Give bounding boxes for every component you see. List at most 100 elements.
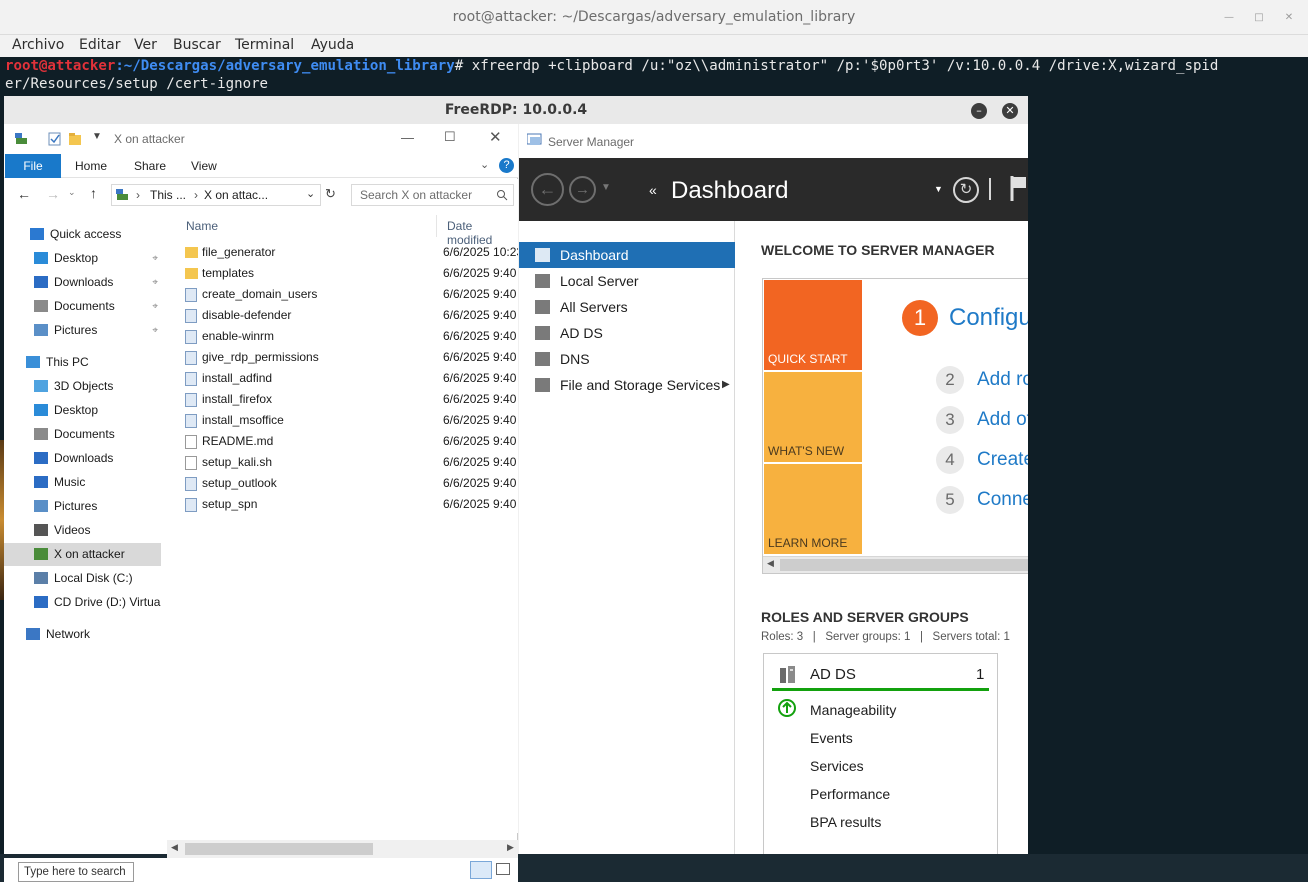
header-dropdown-icon[interactable]: ▼ [934, 184, 943, 194]
tab-view[interactable]: View [191, 159, 217, 173]
sm-nav-item-local-server[interactable]: Local Server [519, 268, 735, 294]
tab-share[interactable]: Share [134, 159, 166, 173]
horizontal-scrollbar[interactable]: ◀ ▶ [167, 840, 518, 858]
forward-icon[interactable]: → [46, 186, 60, 202]
table-row[interactable]: setup_spn 6/6/2025 9:40 F [182, 494, 518, 515]
address-dropdown-icon[interactable]: ⌄ [306, 187, 315, 200]
nav-item-music[interactable]: Music [4, 471, 161, 494]
nav-item-this-pc[interactable]: This PC [4, 351, 161, 374]
explorer-minimize-icon[interactable]: — [401, 130, 414, 145]
back-icon[interactable]: ← [531, 173, 564, 206]
nav-item-cd-drive-d-virtua[interactable]: CD Drive (D:) Virtua [4, 591, 161, 614]
search-input[interactable]: Search X on attacker [351, 184, 514, 206]
ribbon-expand-icon[interactable]: ⌄ [480, 158, 489, 171]
notifications-flag-icon[interactable] [1009, 174, 1027, 202]
history-dropdown-icon[interactable]: ▼ [601, 182, 611, 193]
rdp-minimize-icon[interactable]: – [971, 103, 987, 119]
forward-icon[interactable]: → [569, 176, 596, 203]
properties-icon[interactable] [48, 132, 62, 146]
menu-terminal[interactable]: Terminal [235, 37, 294, 53]
menu-ayuda[interactable]: Ayuda [311, 37, 354, 53]
table-row[interactable]: setup_outlook 6/6/2025 9:40 F [182, 473, 518, 494]
table-row[interactable]: README.md 6/6/2025 9:40 F [182, 431, 518, 452]
table-row[interactable]: templates 6/6/2025 9:40 F [182, 263, 518, 284]
nav-item-pictures[interactable]: Pictures ⌖ [4, 319, 161, 342]
nav-item-x-on-attacker[interactable]: X on attacker [4, 543, 161, 566]
step-1-link[interactable]: Configu [949, 304, 1028, 332]
column-header-name[interactable]: Name [186, 219, 218, 233]
back-icon[interactable]: ← [17, 186, 31, 202]
nav-item-network[interactable]: Network [4, 623, 161, 646]
table-row[interactable]: install_msoffice 6/6/2025 9:40 F [182, 410, 518, 431]
step-2-link[interactable]: Add ro [977, 369, 1028, 391]
sm-nav-item-file-and-storage-services[interactable]: File and Storage Services ▶ [519, 372, 735, 398]
card-item-bpa-results[interactable]: BPA results [810, 814, 881, 830]
maximize-icon[interactable]: □ [1252, 11, 1266, 25]
scroll-right-icon[interactable]: ▶ [507, 842, 514, 853]
card-item-events[interactable]: Events [810, 730, 853, 746]
table-row[interactable]: disable-defender 6/6/2025 9:40 F [182, 305, 518, 326]
table-row[interactable]: install_adfind 6/6/2025 9:40 F [182, 368, 518, 389]
nav-item-quick-access[interactable]: Quick access [4, 223, 161, 246]
menu-buscar[interactable]: Buscar [173, 37, 221, 53]
scroll-thumb[interactable] [780, 559, 1028, 571]
details-view-icon[interactable] [470, 861, 492, 879]
scroll-left-icon[interactable]: ◀ [767, 558, 774, 569]
card-item-performance[interactable]: Performance [810, 786, 890, 802]
step-3-link[interactable]: Add ot [977, 409, 1028, 431]
explorer-close-icon[interactable]: ✕ [489, 128, 502, 146]
nav-item-downloads[interactable]: Downloads [4, 447, 161, 470]
nav-item-desktop[interactable]: Desktop [4, 399, 161, 422]
close-icon[interactable]: ✕ [1282, 11, 1296, 25]
qat-dropdown-icon[interactable]: ▼ [92, 131, 102, 142]
nav-item-desktop[interactable]: Desktop ⌖ [4, 247, 161, 270]
tab-file[interactable]: File [5, 154, 61, 178]
scroll-left-icon[interactable]: ◀ [171, 842, 178, 853]
menu-editar[interactable]: Editar [79, 37, 120, 53]
table-row[interactable]: enable-winrm 6/6/2025 9:40 F [182, 326, 518, 347]
tile-whats-new[interactable]: WHAT'S NEW [764, 372, 862, 462]
breadcrumb-this-pc[interactable]: This ... [150, 188, 186, 202]
table-row[interactable]: setup_kali.sh 6/6/2025 9:40 F [182, 452, 518, 473]
menu-archivo[interactable]: Archivo [12, 37, 64, 53]
breadcrumb-current[interactable]: X on attac... [204, 188, 268, 202]
table-row[interactable]: give_rdp_permissions 6/6/2025 9:40 F [182, 347, 518, 368]
sm-nav-item-ad-ds[interactable]: AD DS [519, 320, 735, 346]
card-item-manageability[interactable]: Manageability [810, 702, 896, 718]
recent-locations-icon[interactable]: ⌄ [68, 187, 76, 198]
quick-start-scrollbar[interactable]: ◀ [763, 556, 1028, 573]
address-box[interactable]: › This ... › X on attac... ⌄ [111, 184, 321, 206]
nav-item-documents[interactable]: Documents ⌖ [4, 295, 161, 318]
help-icon[interactable]: ? [499, 158, 514, 173]
step-5-link[interactable]: Conne [977, 489, 1028, 511]
table-row[interactable]: install_firefox 6/6/2025 9:40 F [182, 389, 518, 410]
minimize-icon[interactable]: — [1222, 11, 1236, 25]
explorer-maximize-icon[interactable]: ☐ [444, 129, 456, 145]
nav-item-3d-objects[interactable]: 3D Objects [4, 375, 161, 398]
tile-quick-start[interactable]: QUICK START [764, 280, 862, 370]
card-item-services[interactable]: Services [810, 758, 864, 774]
nav-item-downloads[interactable]: Downloads ⌖ [4, 271, 161, 294]
step-4-link[interactable]: Create [977, 449, 1028, 471]
sm-nav-item-all-servers[interactable]: All Servers [519, 294, 735, 320]
nav-item-pictures[interactable]: Pictures [4, 495, 161, 518]
large-icons-view-icon[interactable] [496, 863, 510, 875]
up-icon[interactable]: ↑ [90, 185, 97, 201]
table-row[interactable]: file_generator 6/6/2025 10:23 [182, 242, 518, 263]
tab-home[interactable]: Home [75, 159, 107, 173]
expand-arrow-icon[interactable]: ▶ [722, 372, 730, 398]
table-row[interactable]: create_domain_users 6/6/2025 9:40 F [182, 284, 518, 305]
tile-learn-more[interactable]: LEARN MORE [764, 464, 862, 554]
sm-nav-item-dns[interactable]: DNS [519, 346, 735, 372]
taskbar-search-box[interactable]: Type here to search [18, 862, 134, 882]
ad-ds-role-card[interactable]: AD DS 1 Manageability Events Services Pe… [763, 653, 998, 854]
new-folder-icon[interactable] [68, 132, 82, 146]
refresh-icon[interactable]: ↻ [325, 186, 336, 202]
nav-item-documents[interactable]: Documents [4, 423, 161, 446]
scroll-thumb[interactable] [185, 843, 373, 855]
nav-item-local-disk-c-[interactable]: Local Disk (C:) [4, 567, 161, 590]
rdp-close-icon[interactable]: ✕ [1002, 103, 1018, 119]
sm-nav-item-dashboard[interactable]: Dashboard [519, 242, 735, 268]
menu-ver[interactable]: Ver [134, 37, 157, 53]
nav-item-videos[interactable]: Videos [4, 519, 161, 542]
